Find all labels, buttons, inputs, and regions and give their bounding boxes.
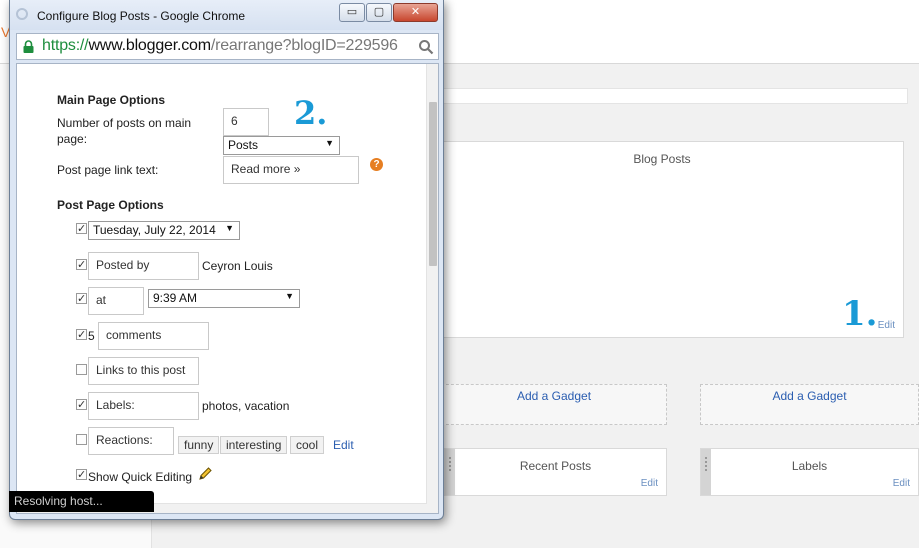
- main-page-options-heading: Main Page Options: [57, 93, 166, 107]
- url-text[interactable]: https://www.blogger.com/rearrange?blogID…: [42, 37, 398, 55]
- comments-input[interactable]: comments: [98, 322, 209, 350]
- date-checkbox[interactable]: ✓: [76, 223, 87, 235]
- post-page-options-heading: Post Page Options: [57, 198, 164, 212]
- posts-unit-select[interactable]: Posts ▼: [223, 136, 340, 155]
- dropdown-arrow-icon: ▼: [325, 138, 334, 148]
- posts-count-label: Number of posts on main page:: [57, 116, 192, 146]
- links-checkbox[interactable]: [76, 364, 87, 375]
- comments-count: 5: [88, 329, 95, 343]
- labels-gadget[interactable]: Labels Edit: [700, 448, 919, 496]
- dropdown-arrow-icon: ▼: [225, 223, 234, 233]
- labels-value: photos, vacation: [202, 399, 290, 413]
- quick-edit-label: Show Quick Editing: [88, 470, 193, 484]
- reaction-tag[interactable]: cool: [290, 436, 325, 454]
- time-checkbox[interactable]: ✓: [76, 293, 87, 305]
- recent-posts-gadget[interactable]: Recent Posts Edit: [444, 448, 667, 496]
- quick-edit-checkbox[interactable]: ✓: [76, 469, 87, 481]
- date-format-value: Tuesday, July 22, 2014: [93, 223, 216, 237]
- url-path: /rearrange?blogID=229596: [210, 37, 398, 54]
- reactions-input[interactable]: Reactions:: [88, 427, 174, 455]
- link-text-input[interactable]: Read more »: [223, 156, 359, 184]
- author-name: Ceyron Louis: [202, 259, 273, 273]
- annotation-marker-2: 2.: [294, 94, 328, 132]
- maximize-button[interactable]: ▢: [366, 3, 392, 22]
- dropdown-arrow-icon: ▼: [285, 291, 294, 301]
- reaction-tag[interactable]: funny: [178, 436, 220, 454]
- scrollbar-thumb[interactable]: [429, 102, 437, 266]
- posted-by-input[interactable]: Posted by: [88, 252, 199, 280]
- lock-icon: [23, 40, 34, 53]
- add-gadget-link[interactable]: Add a Gadget: [701, 389, 918, 403]
- add-gadget-link[interactable]: Add a Gadget: [442, 389, 666, 403]
- add-gadget-slot[interactable]: Add a Gadget: [700, 384, 919, 425]
- posted-by-checkbox[interactable]: ✓: [76, 259, 87, 271]
- time-format-value: 9:39 AM: [153, 291, 198, 305]
- labels-checkbox[interactable]: ✓: [76, 399, 87, 411]
- gadget-title: Labels: [791, 459, 828, 473]
- link-text-label: Post page link text:: [57, 163, 159, 177]
- gadget-title: Recent Posts: [519, 459, 592, 473]
- links-input[interactable]: Links to this post: [88, 357, 199, 385]
- labels-input[interactable]: Labels:: [88, 392, 199, 420]
- url-scheme: https://: [42, 37, 89, 54]
- time-prefix-input[interactable]: at: [88, 287, 144, 315]
- url-host: www.blogger.com: [88, 37, 211, 54]
- magnifier-icon[interactable]: [418, 39, 434, 55]
- chrome-icon: [16, 8, 28, 20]
- comments-checkbox[interactable]: ✓: [76, 329, 87, 341]
- posts-unit-value: Posts: [228, 138, 259, 152]
- window-titlebar[interactable]: Configure Blog Posts - Google Chrome ▭ ▢…: [10, 0, 443, 30]
- labels-edit-link[interactable]: Edit: [893, 478, 910, 489]
- recent-posts-edit-link[interactable]: Edit: [641, 478, 658, 489]
- gadget-title: Blog Posts: [633, 152, 691, 166]
- status-bubble: Resolving host...: [9, 491, 154, 512]
- vertical-scrollbar[interactable]: [426, 64, 438, 513]
- page-content: Main Page Options Number of posts on mai…: [16, 63, 439, 514]
- address-bar[interactable]: https://www.blogger.com/rearrange?blogID…: [16, 33, 439, 60]
- posts-count-input[interactable]: 6: [223, 108, 269, 136]
- layout-header-bar: [400, 88, 908, 104]
- help-icon[interactable]: ?: [370, 158, 383, 171]
- annotation-marker-1: 1.: [842, 294, 878, 334]
- reactions-checkbox[interactable]: [76, 434, 87, 445]
- reaction-tag[interactable]: interesting: [220, 436, 288, 454]
- time-format-select[interactable]: 9:39 AM ▼: [148, 289, 300, 308]
- window-title: Configure Blog Posts - Google Chrome: [37, 9, 246, 23]
- close-button[interactable]: ✕: [393, 3, 438, 22]
- add-gadget-slot[interactable]: Add a Gadget: [441, 384, 667, 425]
- blog-posts-edit-link[interactable]: Edit: [878, 320, 895, 331]
- reactions-edit-link[interactable]: Edit: [333, 438, 354, 452]
- date-format-select[interactable]: Tuesday, July 22, 2014 ▼: [88, 221, 240, 240]
- minimize-button[interactable]: ▭: [339, 3, 365, 22]
- blog-posts-gadget[interactable]: Blog Posts Edit: [420, 141, 904, 338]
- pencil-icon: [199, 467, 212, 480]
- configure-blog-posts-window: Configure Blog Posts - Google Chrome ▭ ▢…: [9, 0, 444, 520]
